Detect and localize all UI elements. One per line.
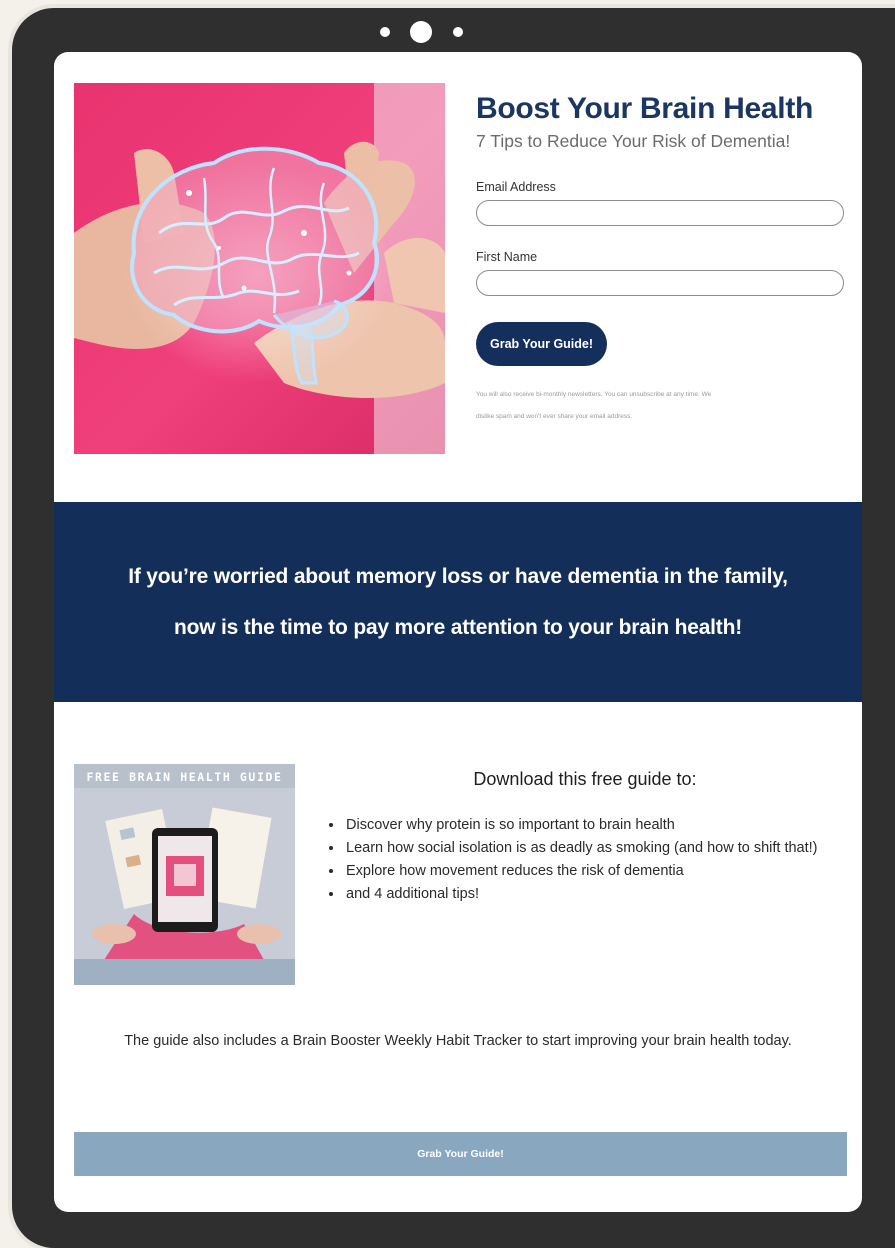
list-item: Learn how social isolation is as deadly … — [344, 837, 862, 860]
download-heading: Download this free guide to: — [473, 769, 697, 789]
memory-loss-banner: If you’re worried about memory loss or h… — [54, 502, 862, 702]
disclaimer-line-2: dislike spam and won't ever share your e… — [476, 413, 633, 420]
disclaimer-line-1: You will also receive bi-monthly newslet… — [476, 391, 712, 398]
guide-cover-image: FREE BRAIN HEALTH GUIDE — [74, 764, 295, 985]
camera-dot-right — [453, 27, 463, 37]
list-item: Discover why protein is so important to … — [344, 814, 862, 837]
page-subtitle: 7 Tips to Reduce Your Risk of Dementia! — [476, 131, 791, 151]
disclaimer-text: You will also receive bi-monthly newslet… — [476, 384, 846, 428]
grab-guide-bottom-button[interactable]: Grab Your Guide! — [74, 1132, 847, 1176]
brain-in-hands-illustration — [74, 83, 445, 454]
camera-lens — [410, 21, 432, 43]
habit-tracker-note: The guide also includes a Brain Booster … — [124, 1033, 792, 1049]
guide-cover-illustration — [74, 788, 295, 960]
benefits-list: Discover why protein is so important to … — [316, 814, 862, 906]
email-label: Email Address — [476, 180, 556, 194]
hero-image — [74, 83, 445, 454]
page-title: Boost Your Brain Health — [476, 92, 814, 125]
banner-line-2: now is the time to pay more attention to… — [173, 616, 743, 639]
guide-cover-footer-band — [74, 959, 295, 985]
email-field[interactable] — [476, 200, 844, 226]
list-item: Explore how movement reduces the risk of… — [344, 860, 862, 883]
first-name-label: First Name — [476, 250, 538, 264]
camera-dot-left — [380, 27, 390, 37]
grab-guide-button[interactable]: Grab Your Guide! — [476, 322, 608, 366]
signup-form: Boost Your Brain Health 7 Tips to Reduce… — [476, 90, 856, 428]
first-name-field[interactable] — [476, 270, 844, 296]
list-item: and 4 additional tips! — [344, 883, 862, 906]
banner-line-1: If you’re worried about memory loss or h… — [128, 565, 788, 588]
page-screen: Boost Your Brain Health 7 Tips to Reduce… — [54, 52, 862, 1212]
